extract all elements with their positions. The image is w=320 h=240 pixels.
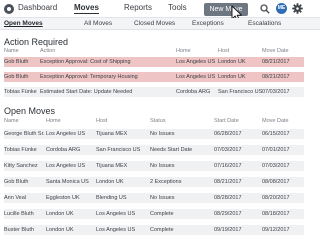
cell-start-date: 06/28/2017 (214, 131, 242, 137)
cell-home: Santa Monica US (46, 179, 89, 185)
column-header-status: Status (150, 118, 166, 124)
cell-action[interactable]: Exception Approval: Temporary Housing (40, 74, 138, 80)
cell-host: London UK (218, 74, 246, 80)
nav-tools[interactable]: Tools (168, 3, 187, 12)
action-row[interactable]: Gob Bluth Exception Approval: Temporary … (4, 72, 304, 83)
cell-start-date: 07/16/2017 (214, 163, 242, 169)
cell-host: San Francisco US (96, 147, 141, 153)
tab-exceptions[interactable]: Exceptions (192, 20, 224, 27)
cell-move-date: 08/20/2017 (262, 195, 290, 201)
nav-dashboard[interactable]: Dashboard (18, 3, 57, 12)
user-avatar[interactable]: ME (276, 3, 287, 14)
cell-status: No Issues (150, 131, 175, 137)
cell-host: San Francisco US (218, 89, 263, 95)
table-row[interactable]: Lucille Bluth London UK Los Angeles US C… (4, 209, 304, 220)
cell-home: Los Angeles US (176, 74, 216, 80)
cell-action[interactable]: Exception Approval: Cost of Shipping (40, 59, 131, 65)
search-icon[interactable] (260, 4, 270, 14)
cell-move-date: 08/21/2017 (262, 74, 290, 80)
column-header-home: Home (176, 48, 191, 54)
cell-host: Tijuana MEX (96, 131, 128, 137)
cell-move-date: 08/18/2017 (262, 211, 290, 217)
column-header-action: Action (40, 48, 56, 54)
cell-home: Cordoba ARG (46, 147, 81, 153)
action-row[interactable]: Tobias Fünke Estimated Start Date: Updat… (4, 87, 304, 98)
cell-start-date: 07/03/2017 (214, 147, 242, 153)
tab-open-moves[interactable]: Open Moves (4, 20, 43, 27)
cell-name: George Bluth Sr. (4, 131, 45, 137)
table-row[interactable]: Buster Bluth London UK Los Angeles US Co… (4, 225, 304, 236)
cell-home: Cordoba ARG (176, 89, 211, 95)
nav-moves[interactable]: Moves (74, 3, 99, 14)
table-row[interactable]: Gob Bluth Santa Monica US London UK 2 Ex… (4, 177, 304, 188)
table-row[interactable]: Tobias Fünke Cordoba ARG San Francisco U… (4, 145, 304, 156)
tab-closed-moves[interactable]: Closed Moves (134, 20, 175, 27)
open-moves-title: Open Moves (4, 106, 56, 116)
column-header-home: Home (46, 118, 61, 124)
cell-host: Los Angeles US (96, 211, 136, 217)
cell-name: Kitty Sanchez (4, 163, 38, 169)
cell-home: Los Angeles US (46, 131, 86, 137)
app-logo[interactable] (4, 4, 14, 14)
column-header-start-date: Start Date (214, 118, 239, 124)
column-header-move-date: Move Date (262, 118, 289, 124)
action-required-title: Action Required (4, 37, 69, 47)
cell-name: Tobias Fünke (4, 89, 37, 95)
cell-move-date: 07/01/2017 (262, 147, 290, 153)
cell-status: 2 Exceptions (150, 179, 182, 185)
nav-reports[interactable]: Reports (124, 3, 152, 12)
cell-move-date: 08/21/2017 (262, 59, 290, 65)
cell-host: Los Angeles US (96, 227, 136, 233)
tab-escalations[interactable]: Escalations (248, 20, 281, 27)
gear-icon[interactable] (292, 3, 303, 14)
cell-home: Los Angeles US (176, 59, 216, 65)
cell-host: London UK (96, 179, 124, 185)
column-header-name: Name (4, 118, 19, 124)
column-header-move-date: Move Date (262, 48, 289, 54)
cell-home: London UK (46, 211, 74, 217)
cell-name: Ann Veal (4, 195, 27, 201)
cell-start-date: 08/29/2017 (214, 211, 242, 217)
cell-host: Blending US (96, 195, 127, 201)
cell-move-date: 07/03/2017 (262, 163, 290, 169)
cell-name: Gob Bluth (4, 179, 29, 185)
cell-start-date: 08/21/2017 (214, 179, 242, 185)
cell-status: No Issues (150, 195, 175, 201)
cell-action[interactable]: Estimated Start Date: Update Needed (40, 89, 132, 95)
cell-host: London UK (218, 59, 246, 65)
cell-name: Gob Bluth (4, 74, 29, 80)
action-row[interactable]: Gob Bluth Exception Approval: Cost of Sh… (4, 57, 304, 68)
cell-status: Complete (150, 227, 174, 233)
cell-start-date: 08/28/2017 (214, 195, 242, 201)
tab-all-moves[interactable]: All Moves (84, 20, 112, 27)
table-row[interactable]: George Bluth Sr. Los Angeles US Tijuana … (4, 129, 304, 140)
cell-home: Eggleston UK (46, 195, 80, 201)
column-header-host: Host (96, 118, 108, 124)
table-row[interactable]: Kitty Sanchez Los Angeles US Tijuana MEX… (4, 161, 304, 172)
cell-host: Tijuana MEX (96, 163, 128, 169)
cell-status: Complete (150, 211, 174, 217)
cell-status: Needs Start Date (150, 147, 193, 153)
sub-nav-bar: Open Moves All Moves Closed Moves Except… (0, 18, 320, 30)
cell-move-date: 06/15/2017 (262, 131, 290, 137)
top-nav-bar: Dashboard Moves Reports Tools New Move M… (0, 0, 320, 18)
cell-name: Tobias Fünke (4, 147, 37, 153)
cell-home: Los Angeles US (46, 163, 86, 169)
table-row[interactable]: Ann Veal Eggleston UK Blending US No Iss… (4, 193, 304, 204)
cell-name: Lucille Bluth (4, 211, 34, 217)
cell-move-date: 08/08/2017 (262, 179, 290, 185)
column-header-name: Name (4, 48, 19, 54)
cell-home: London UK (46, 227, 74, 233)
column-header-host: Host (218, 48, 230, 54)
cell-name: Gob Bluth (4, 59, 29, 65)
cell-move-date: 09/12/2017 (262, 227, 290, 233)
cell-move-date: 07/03/2017 (262, 89, 290, 95)
cell-status: No Issues (150, 163, 175, 169)
cell-start-date: 09/19/2017 (214, 227, 242, 233)
cell-name: Buster Bluth (4, 227, 34, 233)
